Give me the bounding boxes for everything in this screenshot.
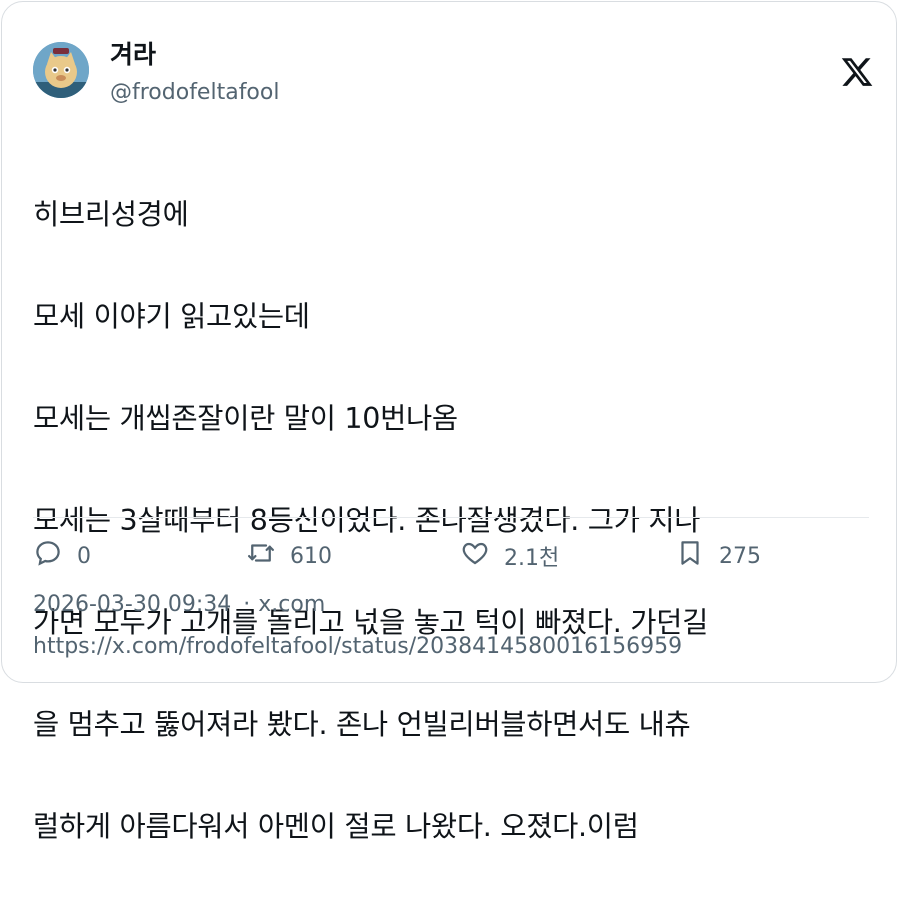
tweet-line: 모세 이야기 읽고있는데 (33, 300, 310, 333)
tweet-text: 히브리성경에 모세 이야기 읽고있는데 모세는 개씹존잘이란 말이 10번나옴 … (33, 138, 863, 903)
bookmark-button[interactable]: 275 (675, 538, 761, 574)
author-handle[interactable]: @frodofeltafool (110, 79, 279, 107)
retweet-button[interactable]: 610 (246, 538, 332, 574)
like-count: 2.1천 (504, 546, 560, 571)
author-name[interactable]: 겨라 (110, 40, 156, 70)
retweet-arrows-icon (246, 538, 276, 574)
tweet-line: 모세는 개씹존잘이란 말이 10번나옴 (33, 402, 458, 435)
bookmark-icon (675, 538, 705, 574)
divider (33, 517, 869, 518)
tweet-url[interactable]: https://x.com/frodofeltafool/status/2038… (33, 632, 682, 662)
tweet-card: 겨라 @frodofeltafool 히브리성경에 모세 이야기 읽고있는데 모… (1, 1, 897, 843)
bookmark-count: 275 (719, 543, 761, 569)
tweet-line: 럴하게 아름다워서 아멘이 절로 나왔다. 오졌다.이럼 (33, 810, 639, 843)
reply-button[interactable]: 0 (33, 538, 91, 574)
reply-count: 0 (77, 543, 91, 569)
tweet-line: 을 멈추고 뚫어져라 봤다. 존나 언빌리버블하면서도 내츄 (33, 708, 691, 741)
x-logo-icon (840, 55, 874, 89)
avatar-image (33, 42, 89, 98)
tweet-meta: 2026-03-30 09:34 · x.com (33, 590, 325, 620)
source-label[interactable]: x.com (258, 592, 325, 617)
avatar[interactable] (33, 42, 89, 98)
speech-bubble-icon (33, 538, 63, 574)
timestamp[interactable]: 2026-03-30 09:34 (33, 592, 231, 617)
meta-separator: · (243, 592, 251, 617)
retweet-count: 610 (290, 543, 332, 569)
tweet-line: 히브리성경에 (33, 198, 189, 231)
like-button[interactable]: 2.1천 (460, 538, 559, 574)
heart-icon (460, 538, 490, 574)
